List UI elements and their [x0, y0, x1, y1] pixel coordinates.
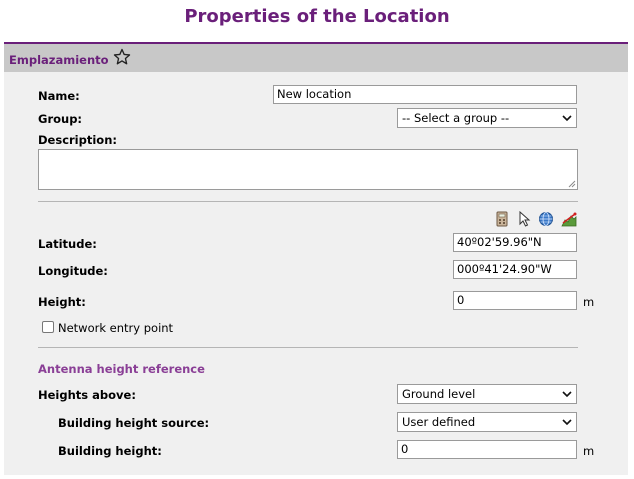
height-unit: m [583, 295, 595, 309]
building-height-input[interactable]: 0 [397, 440, 577, 459]
building-height-unit: m [583, 444, 595, 458]
building-height-label: Building height: [58, 444, 162, 458]
building-source-select[interactable]: User defined [397, 412, 577, 432]
chevron-down-icon [562, 419, 572, 426]
description-label: Description: [38, 133, 117, 147]
height-label: Height: [38, 295, 86, 309]
latitude-input[interactable]: 40º02'59.96"N [453, 233, 577, 252]
section-header: Emplazamiento [4, 42, 628, 72]
building-source-label: Building height source: [58, 416, 210, 430]
network-entry-label: Network entry point [58, 321, 174, 335]
group-label: Group: [38, 112, 83, 126]
globe-icon[interactable] [538, 211, 554, 227]
latitude-label: Latitude: [38, 237, 97, 251]
pointer-icon[interactable] [517, 211, 533, 227]
divider [38, 347, 578, 348]
section-header-label: Emplazamiento [9, 53, 109, 67]
star-icon[interactable] [113, 48, 131, 66]
group-select-value: -- Select a group -- [402, 111, 510, 125]
description-textarea[interactable] [38, 149, 578, 190]
chevron-down-icon [562, 115, 572, 122]
heights-above-value: Ground level [402, 387, 476, 401]
building-source-value: User defined [402, 415, 476, 429]
heights-above-label: Heights above: [38, 388, 136, 402]
chevron-down-icon [562, 391, 572, 398]
longitude-input[interactable]: 000º41'24.90"W [453, 260, 577, 279]
network-entry-checkbox[interactable] [42, 321, 54, 333]
page-title: Properties of the Location [184, 6, 450, 27]
resize-grip-icon[interactable] [568, 180, 576, 188]
calculator-icon[interactable] [494, 211, 510, 227]
name-label: Name: [38, 89, 80, 103]
terrain-profile-icon[interactable] [561, 211, 577, 227]
name-input[interactable]: New location [273, 85, 577, 104]
longitude-label: Longitude: [38, 264, 108, 278]
heights-above-select[interactable]: Ground level [397, 384, 577, 404]
height-input[interactable]: 0 [453, 291, 577, 310]
antenna-section-title: Antenna height reference [38, 362, 205, 376]
group-select[interactable]: -- Select a group -- [397, 108, 577, 128]
divider [38, 201, 578, 202]
